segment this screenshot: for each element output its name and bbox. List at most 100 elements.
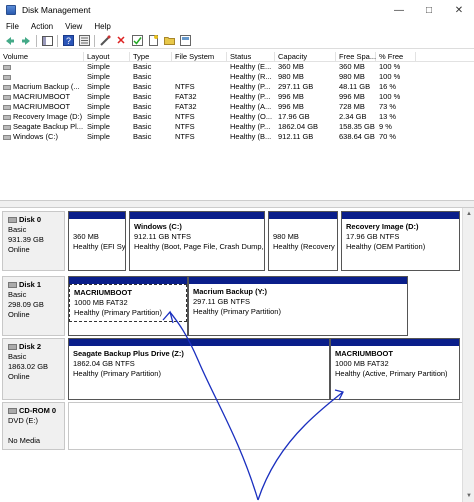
partition[interactable]: 360 MB Healthy (EFI Sy: <box>68 211 126 271</box>
new-icon[interactable] <box>147 35 159 47</box>
check-icon[interactable] <box>131 35 143 47</box>
cell-text: Healthy (R... <box>230 72 272 81</box>
cell-free-space: 158.35 GB <box>336 122 376 132</box>
cell-text: Macrium Backup (... <box>13 82 80 91</box>
window-controls: — □ ✕ <box>384 0 474 20</box>
partition-status: Healthy (Primary Partition) <box>73 369 161 378</box>
column-header-free-space[interactable]: Free Spa... <box>336 52 376 61</box>
cell-capacity: 17.96 GB <box>275 112 336 122</box>
menu-view[interactable]: View <box>65 22 82 31</box>
partition[interactable]: Seagate Backup Plus Drive (Z:) 1862.04 G… <box>68 338 330 400</box>
volume-icon <box>3 74 11 80</box>
volume-icon <box>3 64 11 70</box>
cell-text: Basic <box>133 62 152 71</box>
partition[interactable]: Recovery Image (D:) 17.96 GB NTFS Health… <box>341 211 460 271</box>
pane-splitter[interactable] <box>0 200 474 208</box>
cell-text: 996 MB <box>339 92 365 101</box>
cell-file-system: NTFS <box>172 112 227 122</box>
forward-icon[interactable] <box>20 35 32 47</box>
disk-name: Disk 1 <box>8 280 59 290</box>
partition[interactable]: Macrium Backup (Y:) 297.11 GB NTFS Healt… <box>188 276 408 336</box>
disk-info[interactable]: CD-ROM 0 DVD (E:) No Media <box>2 402 65 450</box>
partition-size: 360 MB <box>73 232 99 241</box>
cell-capacity: 1862.04 GB <box>275 122 336 132</box>
connect-icon[interactable] <box>99 35 111 47</box>
partition-size: 1862.04 GB NTFS <box>73 359 135 368</box>
disk-name-label: Disk 1 <box>19 280 42 289</box>
cdrom-empty-area[interactable] <box>68 402 468 450</box>
disk-info[interactable]: Disk 0 Basic 931.39 GB Online <box>2 211 65 271</box>
table-row[interactable]: Seagate Backup Pl... Simple Basic NTFS Healt… <box>0 122 474 132</box>
table-row[interactable]: MACRIUMBOOT Simple Basic FAT32 Healthy (A...… <box>0 102 474 112</box>
back-icon[interactable] <box>4 35 16 47</box>
open-folder-icon[interactable] <box>163 35 175 47</box>
table-row[interactable]: Simple Basic Healthy (R... 980 MB 980 MB 100 … <box>0 72 474 82</box>
cell-free-space: 980 MB <box>336 72 376 82</box>
table-row[interactable]: MACRIUMBOOT Simple Basic FAT32 Healthy (P...… <box>0 92 474 102</box>
partition-bar <box>69 212 125 219</box>
cell-volume: Recovery Image (D:) <box>0 112 84 122</box>
help-icon[interactable]: ? <box>62 35 74 47</box>
disk-size: 931.39 GB <box>8 235 44 244</box>
cell-type: Basic <box>130 132 172 142</box>
column-header-percent-free[interactable]: % Free <box>376 52 416 61</box>
table-row[interactable]: Windows (C:) Simple Basic NTFS Healthy (B...… <box>0 132 474 142</box>
close-button[interactable]: ✕ <box>444 0 474 20</box>
cell-volume <box>0 72 84 82</box>
cell-text: FAT32 <box>175 92 197 101</box>
partition-name: MACRIUMBOOT <box>335 349 393 358</box>
cell-type: Basic <box>130 102 172 112</box>
export-icon[interactable] <box>179 35 191 47</box>
partition-size: 1000 MB FAT32 <box>74 298 128 307</box>
cell-text: Healthy (P... <box>230 82 271 91</box>
column-header-status[interactable]: Status <box>227 52 275 61</box>
disk-icon <box>8 282 17 289</box>
cell-layout: Simple <box>84 102 130 112</box>
volume-icon <box>3 114 11 120</box>
cell-text: FAT32 <box>175 102 197 111</box>
minimize-button[interactable]: — <box>384 0 414 20</box>
column-header-volume[interactable]: Volume <box>0 52 84 61</box>
partition[interactable]: MACRIUMBOOT 1000 MB FAT32 Healthy (Prima… <box>68 276 188 336</box>
cell-free-space: 360 MB <box>336 62 376 72</box>
cell-text: Healthy (E... <box>230 62 272 71</box>
menu-file[interactable]: File <box>6 22 19 31</box>
vertical-scrollbar[interactable]: ▲ ▼ <box>462 208 474 502</box>
cell-file-system <box>172 72 227 82</box>
cell-capacity: 996 MB <box>275 102 336 112</box>
delete-icon[interactable]: ✕ <box>115 35 127 47</box>
partition[interactable]: 980 MB Healthy (Recovery <box>268 211 338 271</box>
table-row[interactable]: Simple Basic Healthy (E... 360 MB 360 MB 100 … <box>0 62 474 72</box>
scroll-down-icon[interactable]: ▼ <box>463 490 474 502</box>
disk-name-label: Disk 2 <box>19 342 42 351</box>
partition-bar <box>69 339 329 346</box>
disk-info[interactable]: Disk 1 Basic 298.09 GB Online <box>2 276 65 336</box>
console-tree-icon[interactable] <box>41 35 53 47</box>
cell-status: Healthy (E... <box>227 62 275 72</box>
properties-icon[interactable] <box>78 35 90 47</box>
disk-info[interactable]: Disk 2 Basic 1863.02 GB Online <box>2 338 65 400</box>
column-header-file-system[interactable]: File System <box>172 52 227 61</box>
cell-text: 9 % <box>379 122 392 131</box>
column-header-layout[interactable]: Layout <box>84 52 130 61</box>
cell-percent-free: 16 % <box>376 82 416 92</box>
table-row[interactable]: Macrium Backup (... Simple Basic NTFS Health… <box>0 82 474 92</box>
partition[interactable]: MACRIUMBOOT 1000 MB FAT32 Healthy (Activ… <box>330 338 460 400</box>
toolbar-separator <box>57 34 58 47</box>
menu-help[interactable]: Help <box>94 22 110 31</box>
column-header-capacity[interactable]: Capacity <box>275 52 336 61</box>
partition-status: Healthy (Primary Partition) <box>74 308 162 317</box>
maximize-button[interactable]: □ <box>414 0 444 20</box>
cell-percent-free: 100 % <box>376 92 416 102</box>
column-header-type[interactable]: Type <box>130 52 172 61</box>
cell-percent-free: 70 % <box>376 132 416 142</box>
menu-action[interactable]: Action <box>31 22 53 31</box>
partition[interactable]: Windows (C:) 912.11 GB NTFS Healthy (Boo… <box>129 211 265 271</box>
volume-icon <box>3 104 11 110</box>
table-row[interactable]: Recovery Image (D:) Simple Basic NTFS Health… <box>0 112 474 122</box>
disk-row: CD-ROM 0 DVD (E:) No Media <box>2 402 470 450</box>
cell-capacity: 297.11 GB <box>275 82 336 92</box>
scroll-up-icon[interactable]: ▲ <box>463 208 474 220</box>
cell-text: Simple <box>87 82 110 91</box>
cell-text: Basic <box>133 92 152 101</box>
